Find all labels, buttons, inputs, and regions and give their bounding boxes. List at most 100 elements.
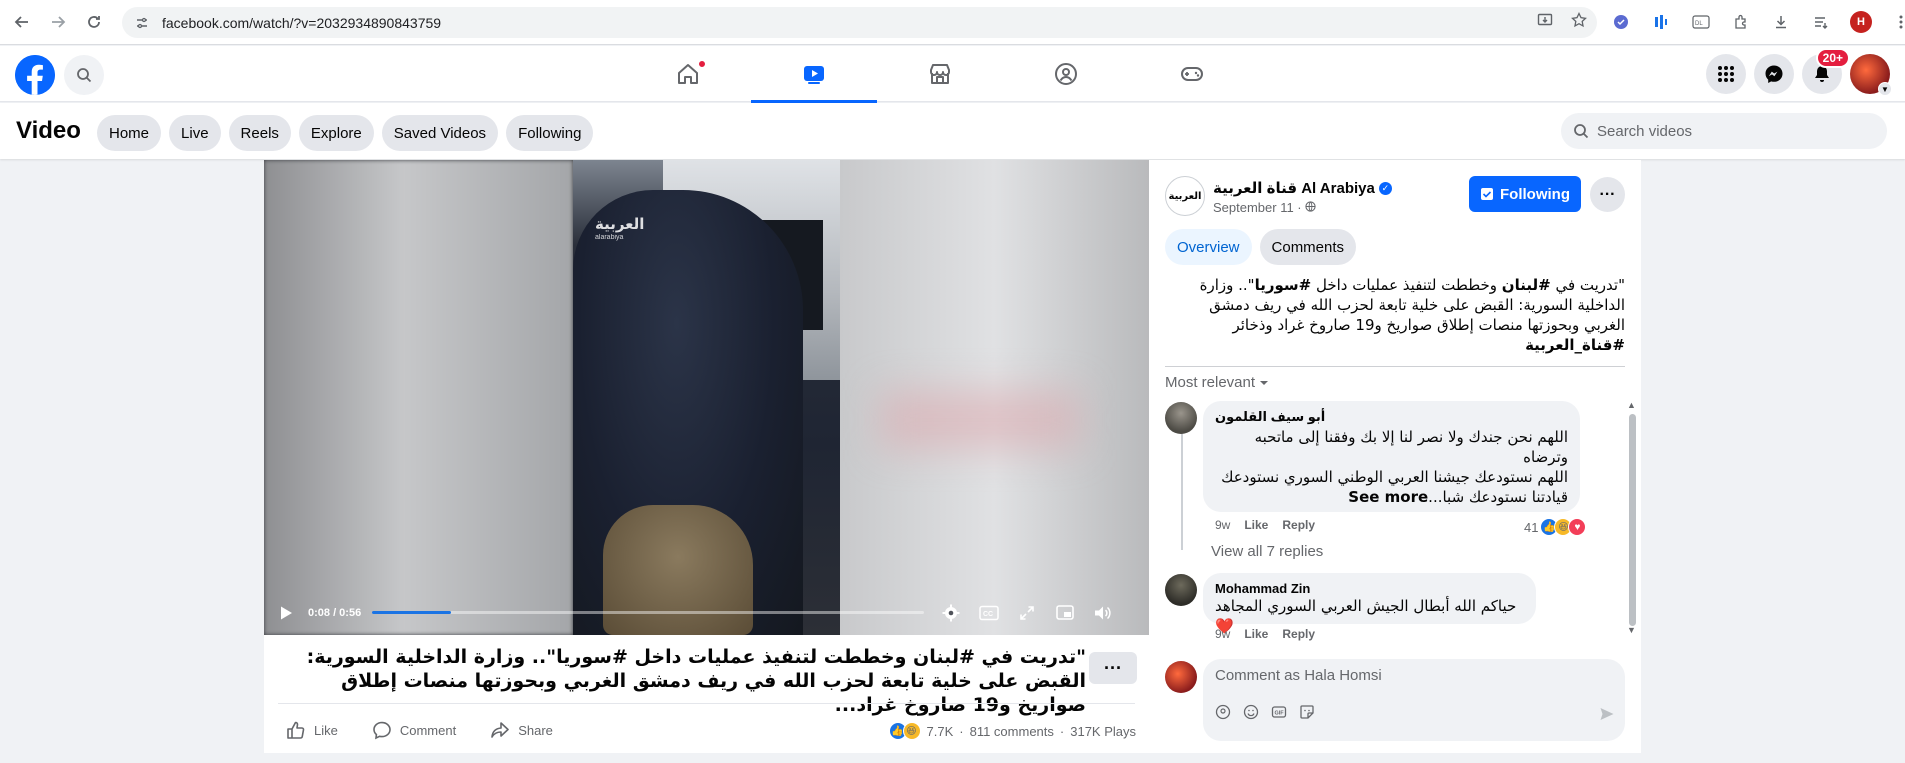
comment-bubble: أبو سيف القلمون اللهم نحن جندك ولا نصر ل… [1203,401,1580,512]
address-bar[interactable]: facebook.com/watch/?v=2032934890843759 [122,7,1597,38]
nav-tab-home[interactable] [625,46,751,102]
reaction-icons[interactable]: 👍 😆 [888,722,921,740]
comments-scrollbar[interactable]: ▲ ▼ [1627,400,1637,636]
comment-author[interactable]: Mohammad Zin [1215,581,1524,596]
hashtag-syria[interactable]: #سوريا [1255,276,1312,294]
home-notification-dot [698,60,706,68]
video-player[interactable]: العربية alarabiya 0:08 / 0:56 CC [264,160,1149,635]
comment-input[interactable] [1215,667,1605,684]
reload-icon[interactable] [80,8,108,36]
video-nav-saved[interactable]: Saved Videos [381,115,499,151]
comment-reply-button[interactable]: Reply [1282,627,1315,641]
like-label: Like [314,722,338,738]
volume-icon[interactable] [1092,602,1114,624]
sort-comments-dropdown[interactable]: Most relevant [1165,374,1269,391]
nav-tab-marketplace[interactable] [877,46,1003,102]
haha-reaction-icon: 😆 [902,722,921,740]
captions-icon[interactable]: CC [978,602,1000,624]
comment-like-button[interactable]: Like [1244,627,1268,641]
extension-bars-icon[interactable] [1650,11,1672,33]
like-button[interactable]: Like [286,720,338,740]
player-controls: 0:08 / 0:56 CC [264,590,1149,635]
comment-time[interactable]: 9w [1215,518,1230,532]
scrollbar-thumb[interactable] [1629,414,1636,626]
post-more-options-button[interactable]: ··· [1590,177,1625,212]
search-button[interactable] [64,55,104,95]
comment-like-button[interactable]: Like [1244,518,1268,532]
nav-tab-groups[interactable] [1003,46,1129,102]
comment-label: Comment [399,722,457,738]
view-replies-link[interactable]: View all 7 replies [1211,543,1323,560]
video-search-input[interactable] [1597,122,1877,140]
install-app-icon[interactable] [1537,12,1553,32]
reading-list-icon[interactable] [1810,11,1832,33]
nav-tab-video[interactable] [751,46,877,103]
settings-gear-icon[interactable] [940,602,962,624]
comment-composer[interactable]: GIF [1203,659,1625,741]
browser-menu-icon[interactable] [1890,11,1905,33]
video-nav-following[interactable]: Following [506,115,594,151]
play-count: 317K Plays [1070,723,1136,739]
thumbs-up-icon [287,721,305,739]
video-search-box[interactable] [1561,113,1887,149]
video-nav-reels[interactable]: Reels [228,115,291,151]
marketplace-icon [930,64,950,84]
extensions-puzzle-icon[interactable] [1730,11,1752,33]
account-avatar[interactable]: ▼ [1850,54,1892,96]
see-more-link[interactable]: See more [1348,488,1428,506]
post-date[interactable]: September 11 · [1213,200,1316,215]
hashtag-lebanon[interactable]: #لبنان [1502,276,1551,294]
extension-shield-icon[interactable] [1610,11,1632,33]
menu-button[interactable] [1706,54,1746,94]
page-name[interactable]: قناة العربية Al Arabiya ✓ [1213,179,1392,197]
site-info-icon[interactable] [132,13,152,33]
progress-bar[interactable] [372,611,924,614]
back-icon[interactable] [8,8,36,36]
following-check-icon [1481,188,1493,200]
share-button[interactable]: Share [490,720,553,740]
comment-avatar[interactable] [1165,574,1197,606]
gif-icon[interactable]: GIF [1271,704,1287,720]
comment-reply-button[interactable]: Reply [1282,518,1315,532]
messenger-button[interactable] [1754,54,1794,94]
reaction-count[interactable]: 7.7K [927,724,954,739]
extension-video-icon[interactable]: DL [1690,11,1712,33]
video-nav-explore[interactable]: Explore [298,115,374,151]
play-icon [281,606,292,619]
browser-profile-avatar[interactable]: H [1850,11,1872,33]
tab-comments[interactable]: Comments [1259,229,1357,265]
groups-icon [1055,63,1077,85]
expand-icon[interactable] [1016,602,1038,624]
scroll-down-icon[interactable]: ▼ [1627,625,1636,635]
svg-text:CC: CC [983,611,993,618]
emoji-icon[interactable] [1243,704,1259,720]
forward-icon[interactable] [44,8,72,36]
following-button[interactable]: Following [1469,176,1581,212]
video-nav-live[interactable]: Live [169,115,221,151]
avatar-sticker-icon[interactable] [1215,704,1231,720]
caption-more-options-button[interactable]: ··· [1089,652,1137,684]
facebook-logo[interactable] [15,55,55,95]
comment-avatar[interactable] [1165,402,1197,434]
comment-reactions[interactable]: 41 👍 😆 ♥ [1524,518,1587,536]
send-icon[interactable] [1599,706,1615,727]
comment-button[interactable]: Comment [372,720,456,740]
video-stats: 👍 😆 7.7K · 811 comments · 317K Plays [888,722,1136,740]
play-button[interactable] [276,603,296,623]
video-nav-home[interactable]: Home [97,115,162,151]
download-icon[interactable] [1770,11,1792,33]
my-avatar[interactable] [1165,661,1197,693]
scroll-up-icon[interactable]: ▲ [1627,400,1636,410]
hashtag-alarabiya[interactable]: #قناة_العربية [1525,336,1625,354]
sticker-icon[interactable] [1299,704,1315,720]
playback-time: 0:08 / 0:56 [308,606,362,619]
comment-count[interactable]: 811 comments [970,724,1054,739]
miniplayer-icon[interactable] [1054,602,1076,624]
comment-author[interactable]: أبو سيف القلمون [1215,409,1568,425]
comment-time[interactable]: 9w [1215,627,1230,641]
bookmark-star-icon[interactable] [1571,11,1587,32]
tab-overview[interactable]: Overview [1165,229,1252,265]
nav-tab-gaming[interactable] [1129,46,1255,102]
notifications-button[interactable]: 20+ [1802,48,1850,94]
page-avatar[interactable]: العربية [1165,176,1205,216]
